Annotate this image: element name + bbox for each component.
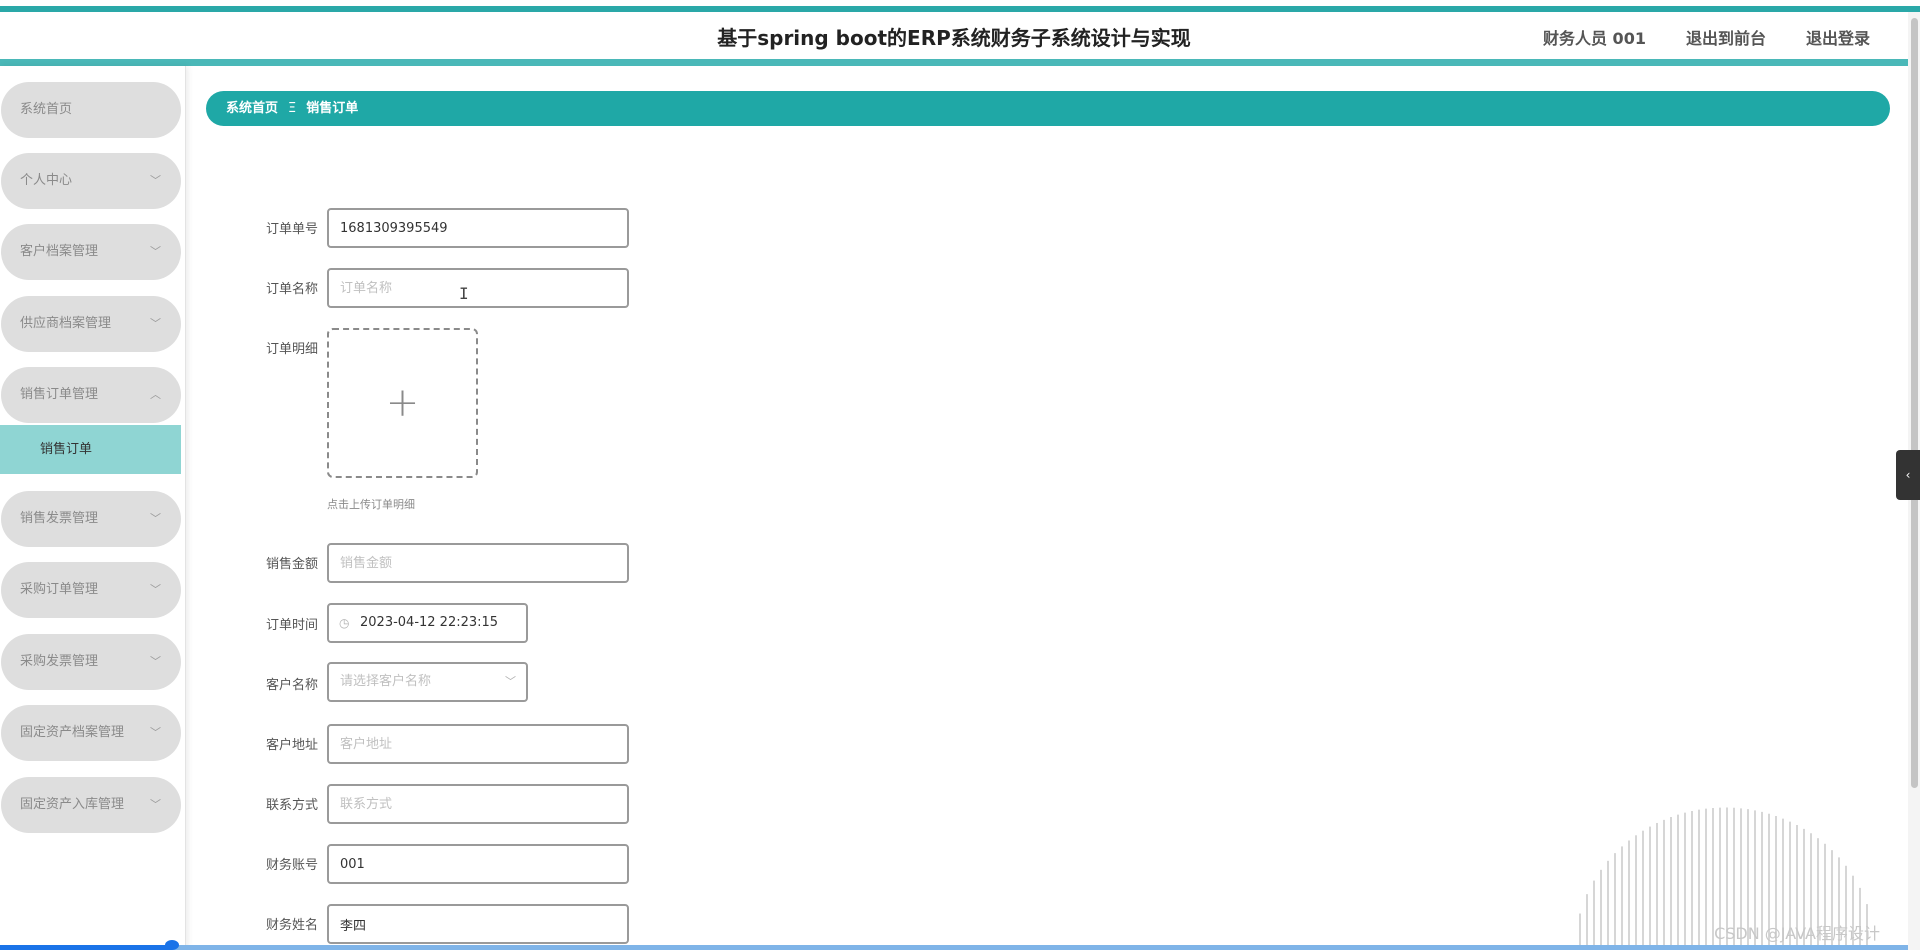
bottom-progress-track bbox=[0, 945, 1908, 950]
sidebar-item-sales-orders[interactable]: 销售订单管理 ︿ bbox=[1, 367, 181, 423]
order-time-picker[interactable]: ◷ 2023-04-12 22:23:15 bbox=[327, 603, 528, 643]
order-detail-upload[interactable]: + bbox=[327, 328, 478, 478]
sidebar-item-label: 系统首页 bbox=[20, 102, 73, 117]
sidebar-item-customer-records[interactable]: 客户档案管理 ﹀ bbox=[1, 224, 181, 280]
finance-account-label: 财务账号 bbox=[265, 858, 318, 873]
finance-account-input[interactable] bbox=[327, 844, 629, 884]
chevron-down-icon: ﹀ bbox=[150, 512, 161, 525]
customer-address-input[interactable] bbox=[327, 724, 629, 764]
chevron-down-icon: ﹀ bbox=[150, 245, 161, 258]
logout-link[interactable]: 退出登录 bbox=[1806, 25, 1870, 49]
sale-amount-label: 销售金额 bbox=[265, 557, 318, 572]
finance-name-label: 财务姓名 bbox=[265, 918, 318, 933]
sidebar-item-label: 采购发票管理 bbox=[20, 654, 99, 669]
bottom-progress-handle[interactable] bbox=[165, 940, 179, 950]
sidebar-item-home[interactable]: 系统首页 bbox=[1, 82, 181, 138]
contact-label: 联系方式 bbox=[265, 798, 318, 813]
chevron-down-icon: ﹀ bbox=[150, 583, 161, 596]
sidebar-item-personal-center[interactable]: 个人中心 ﹀ bbox=[1, 153, 181, 209]
app-header: 基于spring boot的ERP系统财务子系统设计与实现 财务人员 001 退… bbox=[0, 12, 1908, 59]
breadcrumb: 系统首页 Ξ 销售订单 bbox=[206, 91, 1890, 126]
sale-amount-input[interactable] bbox=[327, 543, 629, 583]
upload-hint: 点击上传订单明细 bbox=[327, 498, 415, 511]
order-detail-label: 订单明细 bbox=[265, 342, 318, 357]
sidebar-item-purchase-orders[interactable]: 采购订单管理 ﹀ bbox=[1, 562, 181, 618]
text-cursor-icon: I bbox=[459, 284, 469, 303]
sidebar-item-label: 采购订单管理 bbox=[20, 582, 99, 597]
sidebar-item-purchase-invoices[interactable]: 采购发票管理 ﹀ bbox=[1, 634, 181, 690]
sidebar-item-label: 供应商档案管理 bbox=[20, 316, 112, 331]
chevron-left-icon[interactable]: ‹ bbox=[1896, 450, 1920, 500]
header-bottom-line bbox=[0, 59, 1908, 66]
customer-name-label: 客户名称 bbox=[265, 678, 318, 693]
chevron-down-icon: ﹀ bbox=[150, 317, 161, 330]
sidebar-item-label: 固定资产档案管理 bbox=[20, 725, 125, 740]
exit-to-front-link[interactable]: 退出到前台 bbox=[1686, 25, 1766, 49]
sidebar-subitem-sales-order[interactable]: 销售订单 bbox=[0, 425, 181, 474]
sidebar-item-supplier-records[interactable]: 供应商档案管理 ﹀ bbox=[1, 296, 181, 352]
customer-name-select[interactable]: 请选择客户名称 ﹀ bbox=[327, 662, 528, 702]
current-user: 财务人员 001 bbox=[1542, 29, 1646, 48]
watermark: CSDN @JAVA程序设计 bbox=[1714, 924, 1880, 943]
header-actions: 财务人员 001 退出到前台 退出登录 bbox=[1543, 25, 1870, 49]
order-name-label: 订单名称 bbox=[265, 282, 318, 297]
order-no-input[interactable] bbox=[327, 208, 629, 248]
scrollbar-thumb[interactable] bbox=[1911, 18, 1918, 788]
chevron-down-icon: ﹀ bbox=[150, 726, 161, 739]
order-no-label: 订单单号 bbox=[265, 222, 318, 237]
sidebar-item-label: 客户档案管理 bbox=[20, 244, 99, 259]
customer-name-placeholder: 请选择客户名称 bbox=[340, 674, 432, 689]
chevron-down-icon: ﹀ bbox=[505, 675, 516, 688]
order-time-label: 订单时间 bbox=[265, 618, 318, 633]
clock-icon: ◷ bbox=[339, 616, 350, 630]
sidebar-item-fixed-asset-records[interactable]: 固定资产档案管理 ﹀ bbox=[1, 705, 181, 761]
sidebar-item-label: 个人中心 bbox=[20, 173, 73, 188]
sidebar-item-label: 销售发票管理 bbox=[20, 511, 99, 526]
sidebar-item-label: 销售订单管理 bbox=[20, 387, 99, 402]
customer-address-label: 客户地址 bbox=[265, 738, 318, 753]
finance-name-input[interactable] bbox=[327, 904, 629, 944]
sidebar-item-sales-invoices[interactable]: 销售发票管理 ﹀ bbox=[1, 491, 181, 547]
sidebar-item-fixed-asset-storage[interactable]: 固定资产入库管理 ﹀ bbox=[1, 777, 181, 833]
chevron-up-icon: ︿ bbox=[150, 388, 161, 401]
sidebar: 系统首页 个人中心 ﹀ 客户档案管理 ﹀ 供应商档案管理 ﹀ 销售订单管理 ︿ … bbox=[0, 66, 186, 950]
bottom-progress-fill bbox=[0, 945, 172, 950]
chevron-down-icon: ﹀ bbox=[150, 798, 161, 811]
breadcrumb-current: 销售订单 bbox=[306, 101, 359, 116]
breadcrumb-separator: Ξ bbox=[288, 101, 297, 116]
sidebar-item-label: 固定资产入库管理 bbox=[20, 797, 125, 812]
chevron-down-icon: ﹀ bbox=[150, 655, 161, 668]
breadcrumb-home[interactable]: 系统首页 bbox=[226, 101, 278, 116]
order-name-input[interactable] bbox=[327, 268, 629, 308]
order-time-value: 2023-04-12 22:23:15 bbox=[360, 615, 499, 630]
contact-input[interactable] bbox=[327, 784, 629, 824]
plus-icon: + bbox=[385, 380, 420, 426]
chevron-down-icon: ﹀ bbox=[150, 174, 161, 187]
